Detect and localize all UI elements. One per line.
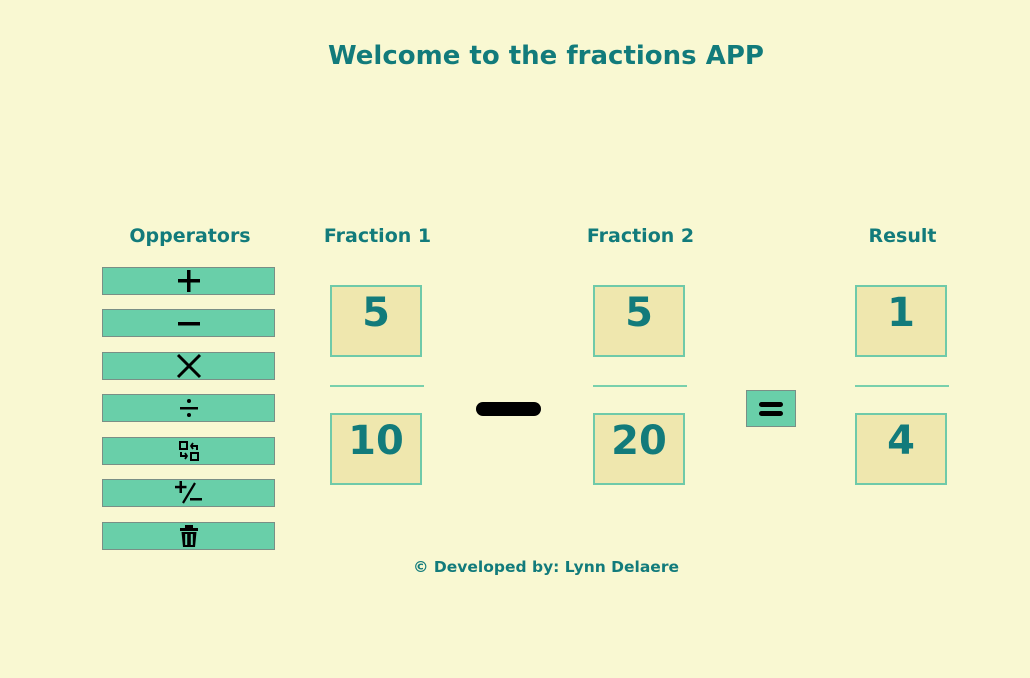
page-title: Welcome to the fractions APP bbox=[328, 41, 764, 71]
multiply-button[interactable] bbox=[102, 352, 275, 380]
result-bar bbox=[855, 385, 949, 387]
footer-credit: © Developed by: Lynn Delaere bbox=[413, 558, 679, 576]
times-icon bbox=[176, 353, 201, 379]
fraction2-heading: Fraction 2 bbox=[586, 225, 695, 247]
current-operator-minus-icon bbox=[476, 402, 541, 416]
swap-button[interactable] bbox=[102, 437, 275, 465]
fraction2-numerator[interactable]: 5 bbox=[593, 285, 685, 357]
equals-icon bbox=[759, 401, 783, 416]
fraction2-bar bbox=[593, 385, 687, 387]
swap-icon bbox=[178, 441, 199, 461]
add-button[interactable] bbox=[102, 267, 275, 295]
fraction1-heading: Fraction 1 bbox=[323, 225, 432, 247]
divide-button[interactable] bbox=[102, 394, 275, 422]
result-heading: Result bbox=[868, 225, 937, 247]
fraction2-denominator[interactable]: 20 bbox=[593, 413, 685, 485]
fraction1-numerator[interactable]: 5 bbox=[330, 285, 422, 357]
divide-icon bbox=[179, 399, 198, 417]
trash-icon bbox=[179, 525, 198, 547]
plus-minus-icon bbox=[174, 481, 202, 504]
negate-button[interactable] bbox=[102, 479, 275, 507]
result-denominator: 4 bbox=[855, 413, 947, 485]
plus-icon bbox=[177, 270, 200, 292]
result-numerator: 1 bbox=[855, 285, 947, 357]
clear-button[interactable] bbox=[102, 522, 275, 550]
fraction1-denominator[interactable]: 10 bbox=[330, 413, 422, 485]
operators-heading: Opperators bbox=[129, 225, 251, 247]
equals-button[interactable] bbox=[746, 390, 796, 427]
minus-icon bbox=[177, 322, 200, 326]
fraction1-bar bbox=[330, 385, 424, 387]
subtract-button[interactable] bbox=[102, 309, 275, 337]
